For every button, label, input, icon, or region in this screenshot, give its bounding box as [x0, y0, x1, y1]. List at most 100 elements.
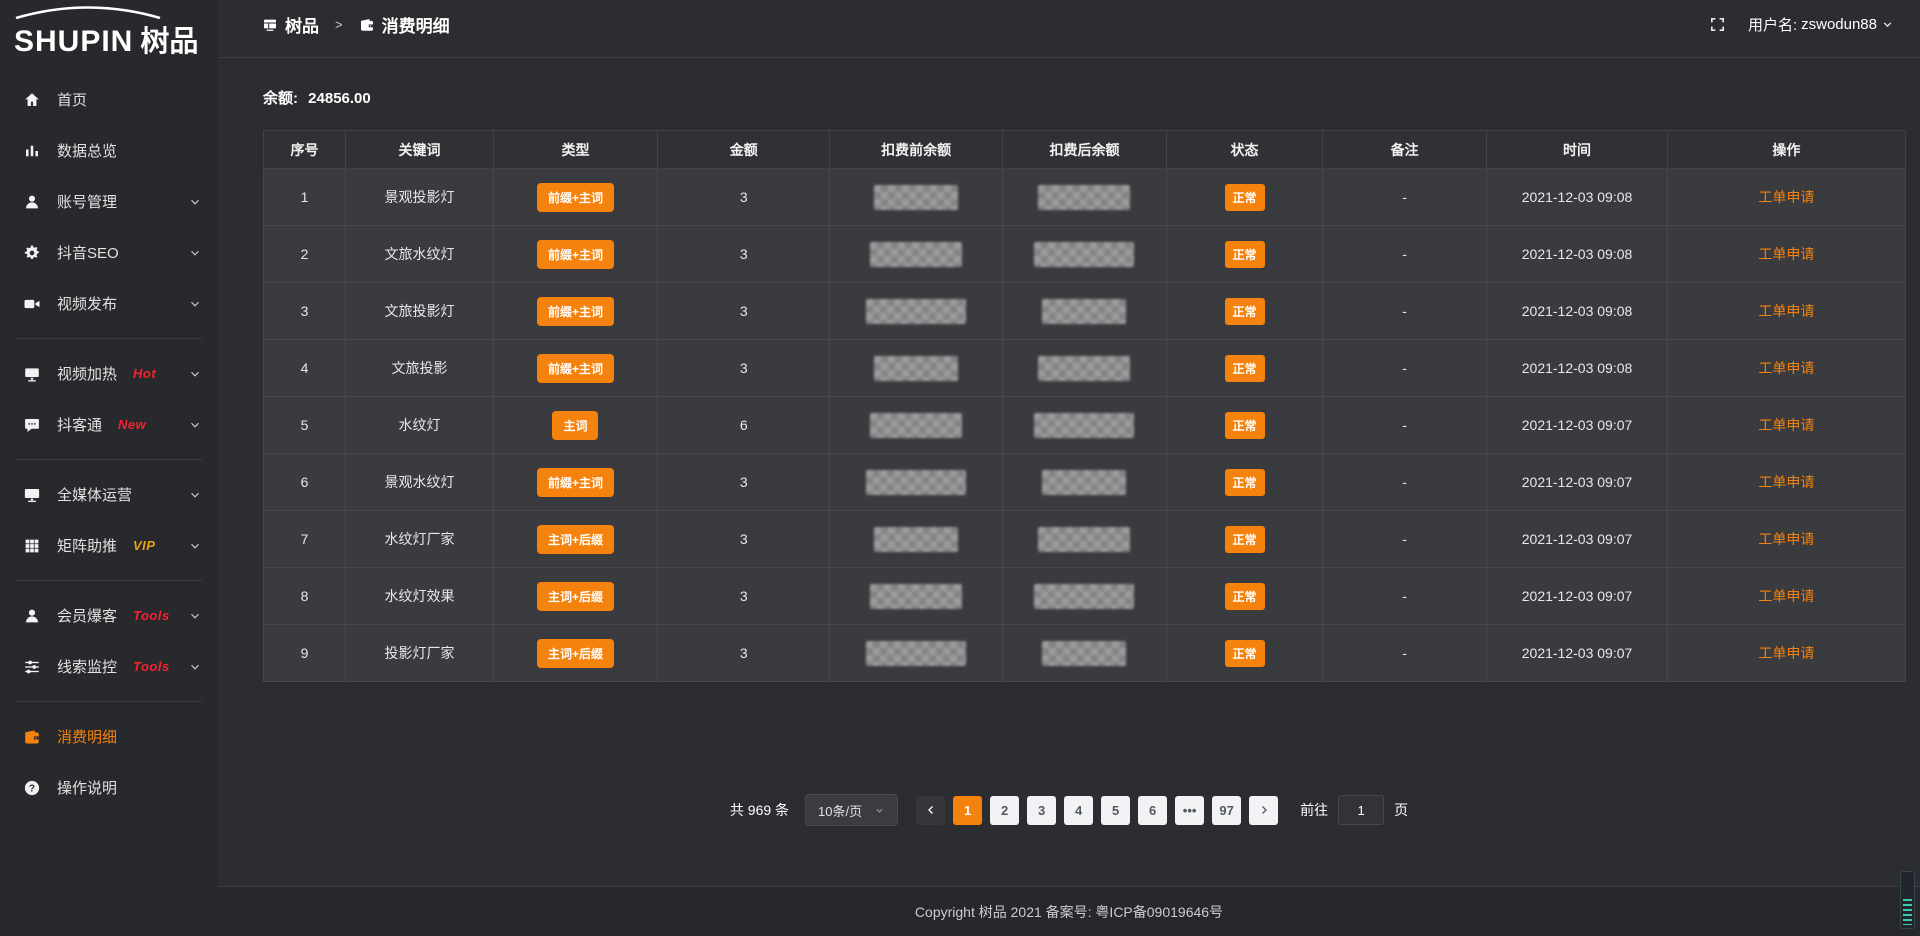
censored-block — [870, 413, 962, 438]
page-button-1[interactable]: 1 — [953, 796, 982, 825]
cell-time: 2021-12-03 09:07 — [1487, 397, 1668, 454]
status-badge: 正常 — [1225, 526, 1265, 553]
censored-block — [874, 527, 958, 552]
consumption-table: 序号关键词类型金额扣费前余额扣费后余额状态备注时间操作 1景观投影灯前缀+主词3… — [263, 130, 1906, 682]
balance: 余额: 24856.00 — [218, 59, 1920, 130]
chevron-down-icon — [188, 418, 202, 432]
sidebar-item-account-mgmt[interactable]: 账号管理 — [0, 176, 218, 227]
censored-block — [1038, 356, 1130, 381]
cell-action: 工单申请 — [1667, 454, 1905, 511]
sidebar-item-video-heat[interactable]: 视频加热Hot — [0, 348, 218, 399]
column-header: 操作 — [1667, 131, 1905, 169]
type-badge: 前缀+主词 — [537, 297, 614, 326]
chevron-down-icon — [188, 367, 202, 381]
work-order-link[interactable]: 工单申请 — [1758, 246, 1814, 262]
censored-block — [870, 584, 962, 609]
cell-keyword: 水纹灯厂家 — [346, 511, 494, 568]
page-button-2[interactable]: 2 — [990, 796, 1019, 825]
chevron-down-icon — [874, 805, 885, 816]
type-badge: 主词+后缀 — [537, 525, 614, 554]
balance-value: 24856.00 — [308, 90, 371, 107]
table-row: 2文旅水纹灯前缀+主词3正常-2021-12-03 09:08工单申请 — [264, 226, 1906, 283]
sidebar-divider — [16, 580, 202, 581]
next-page-button[interactable] — [1249, 796, 1278, 825]
page-button-3[interactable]: 3 — [1027, 796, 1056, 825]
breadcrumb-item-1[interactable]: 消费明细 — [359, 12, 450, 37]
cell-balance-before — [830, 568, 1002, 625]
fullscreen-icon[interactable] — [1709, 16, 1726, 33]
work-order-link[interactable]: 工单申请 — [1758, 531, 1814, 547]
logo-text-cn: 树品 — [140, 18, 198, 60]
sidebar-item-data-overview[interactable]: 数据总览 — [0, 125, 218, 176]
user-dropdown[interactable]: 用户名: zswodun88 — [1748, 14, 1894, 35]
cell-action: 工单申请 — [1667, 625, 1905, 682]
breadcrumb-item-0[interactable]: 树品 — [262, 12, 319, 37]
type-badge: 主词 — [552, 411, 598, 440]
sidebar-item-douketong[interactable]: 抖客通New — [0, 399, 218, 450]
page-button-97[interactable]: 97 — [1212, 796, 1241, 825]
goto-page-input[interactable] — [1338, 795, 1384, 825]
work-order-link[interactable]: 工单申请 — [1758, 417, 1814, 433]
sidebar-item-label: 操作说明 — [57, 777, 117, 798]
sidebar-item-media-ops[interactable]: 全媒体运营 — [0, 469, 218, 520]
work-order-link[interactable]: 工单申请 — [1758, 645, 1814, 661]
cell-time: 2021-12-03 09:07 — [1487, 568, 1668, 625]
cell-amount: 3 — [658, 226, 830, 283]
cell-balance-after — [1002, 511, 1166, 568]
logo-arc — [12, 5, 164, 19]
sidebar-item-douyin-seo[interactable]: 抖音SEO — [0, 227, 218, 278]
sidebar-item-consumption[interactable]: 消费明细 — [0, 711, 218, 762]
corner-widget[interactable] — [1900, 871, 1915, 929]
cell-balance-after — [1002, 283, 1166, 340]
column-header: 备注 — [1323, 131, 1487, 169]
ellipsis-page-button[interactable]: ••• — [1175, 796, 1204, 825]
page-size-select[interactable]: 10条/页 — [805, 794, 898, 826]
censored-block — [866, 299, 966, 324]
column-header: 时间 — [1487, 131, 1668, 169]
cell-keyword: 景观水纹灯 — [346, 454, 494, 511]
breadcrumb-label: 消费明细 — [382, 12, 450, 37]
work-order-link[interactable]: 工单申请 — [1758, 474, 1814, 490]
work-order-link[interactable]: 工单申请 — [1758, 303, 1814, 319]
cell-balance-after — [1002, 340, 1166, 397]
cell-type: 主词+后缀 — [493, 511, 657, 568]
sidebar-item-label: 抖客通 — [57, 414, 102, 435]
table-row: 3文旅投影灯前缀+主词3正常-2021-12-03 09:08工单申请 — [264, 283, 1906, 340]
prev-page-button[interactable] — [916, 796, 945, 825]
sidebar-item-video-publish[interactable]: 视频发布 — [0, 278, 218, 329]
censored-block — [1038, 185, 1130, 210]
question-icon: ? — [22, 778, 42, 798]
type-badge: 主词+后缀 — [537, 582, 614, 611]
sidebar-item-label: 消费明细 — [57, 726, 117, 747]
chevron-down-icon — [1881, 18, 1894, 31]
cell-amount: 3 — [658, 340, 830, 397]
breadcrumb: 树品>消费明细 — [262, 12, 450, 37]
cell-balance-before — [830, 283, 1002, 340]
sidebar-item-matrix-boost[interactable]: 矩阵助推VIP — [0, 520, 218, 571]
sidebar-divider — [16, 338, 202, 339]
cell-balance-before — [830, 340, 1002, 397]
chevron-down-icon — [188, 297, 202, 311]
page-button-4[interactable]: 4 — [1064, 796, 1093, 825]
cell-index: 2 — [264, 226, 346, 283]
work-order-link[interactable]: 工单申请 — [1758, 588, 1814, 604]
censored-block — [870, 242, 962, 267]
sidebar-item-clue-monitor[interactable]: 线索监控Tools — [0, 641, 218, 692]
work-order-link[interactable]: 工单申请 — [1758, 189, 1814, 205]
page-button-6[interactable]: 6 — [1138, 796, 1167, 825]
sidebar-item-home[interactable]: 首页 — [0, 74, 218, 125]
sidebar-item-help[interactable]: ? 操作说明 — [0, 762, 218, 813]
user-icon — [22, 606, 42, 626]
sidebar-item-member-boom[interactable]: 会员爆客Tools — [0, 590, 218, 641]
sidebar-item-label: 首页 — [57, 89, 87, 110]
cell-index: 9 — [264, 625, 346, 682]
work-order-link[interactable]: 工单申请 — [1758, 360, 1814, 376]
page-button-5[interactable]: 5 — [1101, 796, 1130, 825]
status-badge: 正常 — [1225, 469, 1265, 496]
cell-status: 正常 — [1167, 625, 1323, 682]
status-badge: 正常 — [1225, 241, 1265, 268]
sidebar-item-label: 线索监控 — [57, 656, 117, 677]
table-row: 8水纹灯效果主词+后缀3正常-2021-12-03 09:07工单申请 — [264, 568, 1906, 625]
table-row: 4文旅投影前缀+主词3正常-2021-12-03 09:08工单申请 — [264, 340, 1906, 397]
censored-block — [1038, 527, 1130, 552]
